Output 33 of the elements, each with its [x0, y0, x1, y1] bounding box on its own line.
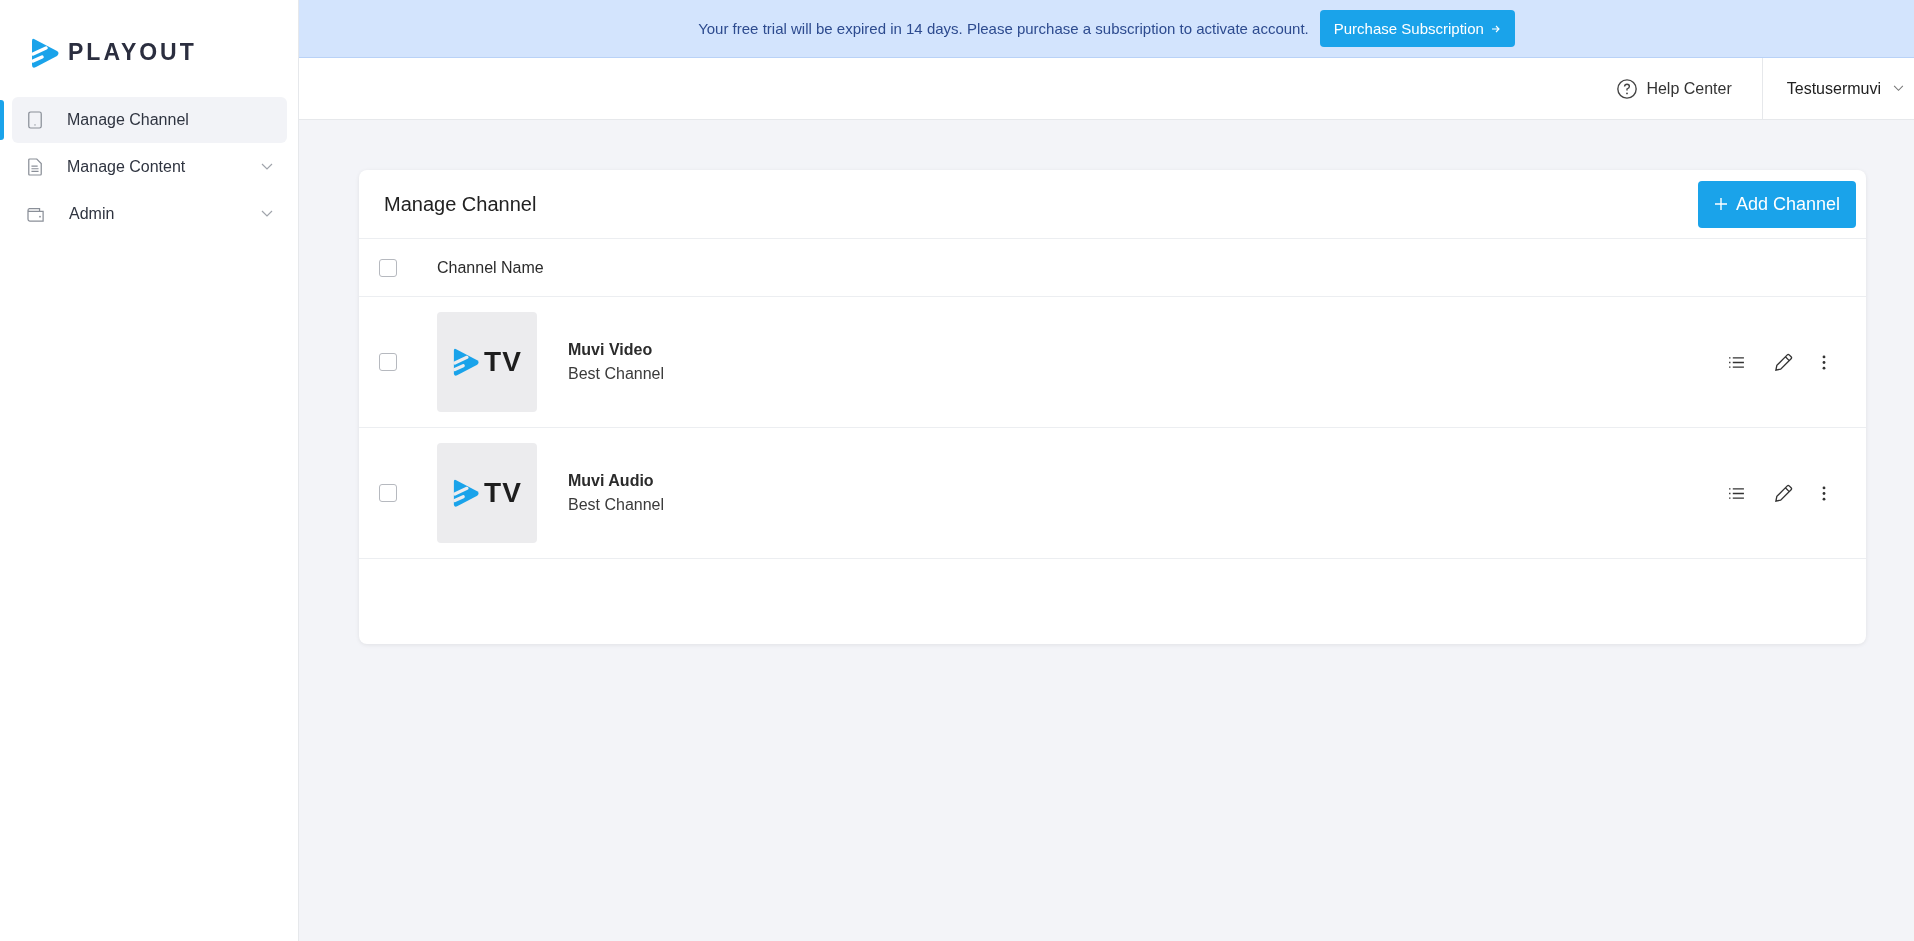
- help-center-link[interactable]: Help Center: [1616, 58, 1762, 119]
- column-header: Channel Name: [437, 258, 544, 277]
- row-checkbox[interactable]: [379, 484, 397, 502]
- channel-name: Muvi Audio: [568, 472, 655, 490]
- user-menu[interactable]: Testusermuvi: [1761, 58, 1914, 119]
- help-icon: [1616, 77, 1639, 100]
- chevron-down-icon: [1893, 85, 1904, 92]
- card-title: Manage Channel: [384, 192, 537, 216]
- edit-icon[interactable]: [1774, 352, 1793, 372]
- more-icon[interactable]: [1822, 485, 1826, 501]
- thumbnail-text: TV: [484, 346, 522, 378]
- thumbnail-text: TV: [484, 477, 522, 509]
- more-icon[interactable]: [1822, 354, 1826, 370]
- logo-text: PLAYOUT: [68, 39, 197, 66]
- trial-message: Your free trial will be expired in 14 days. Please purchase a subscription to activate account.: [698, 20, 1309, 37]
- channel-description: Best Channel: [568, 365, 666, 383]
- logo-icon: [452, 346, 481, 378]
- select-all-checkbox[interactable]: [379, 258, 397, 277]
- sidebar-item[interactable]: Manage Channel: [12, 97, 287, 143]
- row-checkbox[interactable]: [379, 353, 397, 371]
- edit-icon[interactable]: [1774, 483, 1793, 503]
- tablet-icon: [27, 111, 43, 129]
- logo-icon: [452, 477, 481, 509]
- document-icon: [27, 158, 43, 176]
- plus-icon: [1713, 197, 1728, 211]
- sidebar-item[interactable]: Manage Content: [12, 144, 287, 190]
- channel-name: Muvi Video: [568, 341, 654, 359]
- list-icon[interactable]: [1728, 355, 1745, 369]
- wallet-icon: [27, 206, 45, 222]
- sidebar-item[interactable]: Admin: [12, 191, 287, 237]
- list-icon[interactable]: [1728, 486, 1745, 500]
- channel-description: Best Channel: [568, 496, 666, 514]
- arrow-right-icon: [1490, 23, 1501, 34]
